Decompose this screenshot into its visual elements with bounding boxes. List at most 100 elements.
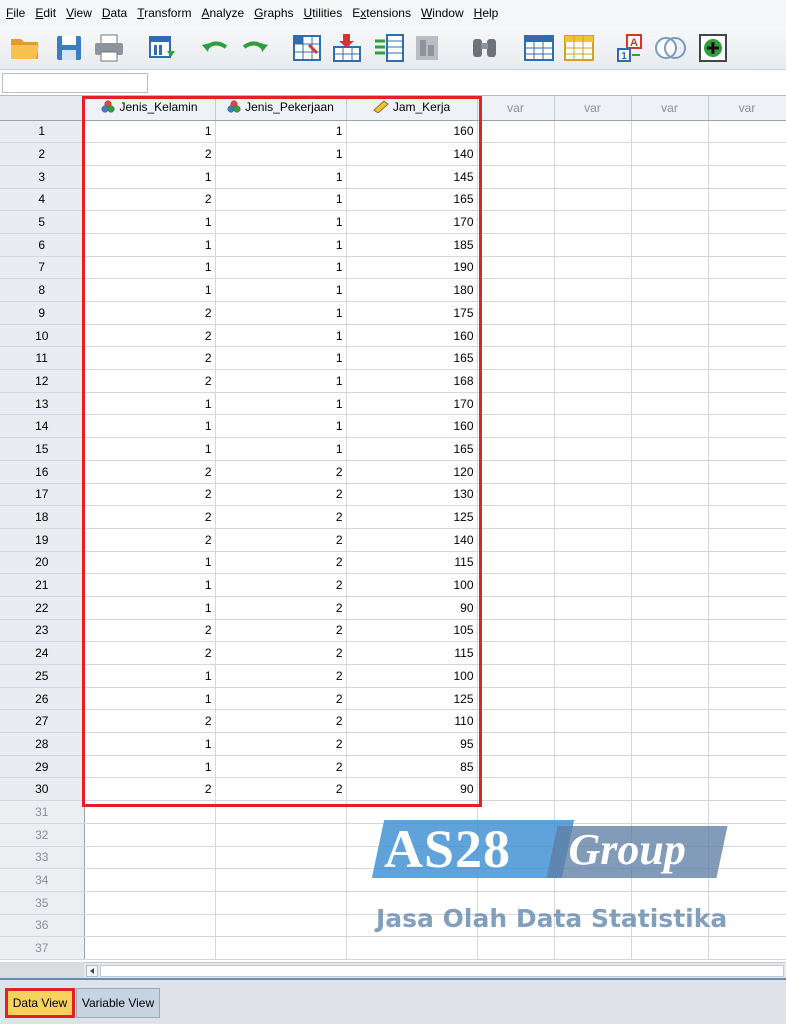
data-cell[interactable]: 1 <box>84 392 216 416</box>
row-number[interactable]: 31 <box>0 800 85 824</box>
column-header[interactable]: var <box>708 96 786 121</box>
data-cell[interactable] <box>631 414 709 439</box>
data-cell[interactable] <box>84 868 216 892</box>
data-cell[interactable] <box>554 936 632 960</box>
data-cell[interactable] <box>708 165 786 189</box>
data-cell[interactable] <box>554 324 632 348</box>
data-cell[interactable] <box>477 188 555 212</box>
data-cell[interactable] <box>346 846 478 870</box>
data-cell[interactable] <box>215 846 347 870</box>
data-cell[interactable]: 140 <box>346 528 478 552</box>
data-cell[interactable]: 1 <box>84 165 216 189</box>
data-cell[interactable] <box>477 142 555 166</box>
data-cell[interactable] <box>477 460 555 484</box>
data-cell[interactable] <box>708 483 786 507</box>
row-number[interactable]: 11 <box>0 346 85 371</box>
data-cell[interactable]: 100 <box>346 664 478 688</box>
data-cell[interactable] <box>477 755 555 779</box>
data-cell[interactable] <box>477 369 555 393</box>
menu-item[interactable]: Window <box>419 0 472 26</box>
print-icon[interactable] <box>92 31 126 65</box>
data-cell[interactable] <box>554 346 632 371</box>
data-cell[interactable]: 2 <box>215 528 347 552</box>
data-cell[interactable]: 110 <box>346 709 478 734</box>
data-cell[interactable] <box>477 120 555 144</box>
grid-corner[interactable] <box>0 96 85 121</box>
menu-item[interactable]: Utilities <box>302 0 351 26</box>
data-cell[interactable] <box>708 528 786 552</box>
data-cell[interactable]: 170 <box>346 392 478 416</box>
data-cell[interactable] <box>554 914 632 938</box>
data-cell[interactable] <box>631 664 709 688</box>
data-cell[interactable] <box>708 505 786 529</box>
data-cell[interactable]: 1 <box>215 120 347 144</box>
data-cell[interactable]: 95 <box>346 732 478 756</box>
data-cell[interactable] <box>631 165 709 189</box>
data-cell[interactable] <box>631 233 709 257</box>
data-cell[interactable]: 1 <box>84 551 216 575</box>
data-cell[interactable] <box>631 846 709 870</box>
data-cell[interactable]: 85 <box>346 755 478 779</box>
data-cell[interactable]: 1 <box>215 346 347 371</box>
data-cell[interactable] <box>708 755 786 779</box>
data-cell[interactable]: 2 <box>215 619 347 643</box>
data-cell[interactable] <box>215 891 347 915</box>
data-cell[interactable] <box>215 914 347 938</box>
data-cell[interactable] <box>554 233 632 257</box>
menu-item[interactable]: Extensions <box>350 0 419 26</box>
data-cell[interactable] <box>708 596 786 620</box>
run-descriptives-icon[interactable] <box>412 31 446 65</box>
data-cell[interactable] <box>631 868 709 892</box>
data-cell[interactable] <box>346 823 478 847</box>
open-folder-icon[interactable] <box>8 31 42 65</box>
data-cell[interactable] <box>631 346 709 371</box>
data-cell[interactable]: 190 <box>346 256 478 280</box>
data-cell[interactable]: 2 <box>84 346 216 371</box>
row-number[interactable]: 18 <box>0 505 85 529</box>
data-cell[interactable]: 1 <box>84 596 216 620</box>
data-cell[interactable] <box>477 483 555 507</box>
tab-data-view[interactable]: Data View <box>5 988 75 1018</box>
data-cell[interactable] <box>554 278 632 302</box>
column-header[interactable]: var <box>631 96 709 121</box>
data-cell[interactable] <box>708 301 786 325</box>
data-cell[interactable]: 1 <box>215 369 347 393</box>
data-cell[interactable] <box>631 891 709 915</box>
data-cell[interactable] <box>477 210 555 234</box>
data-cell[interactable]: 2 <box>215 573 347 597</box>
data-cell[interactable] <box>631 596 709 620</box>
data-cell[interactable]: 2 <box>215 460 347 484</box>
data-cell[interactable] <box>631 800 709 824</box>
data-cell[interactable] <box>708 233 786 257</box>
data-cell[interactable] <box>708 709 786 734</box>
horizontal-scrollbar[interactable] <box>84 962 786 978</box>
data-cell[interactable] <box>554 460 632 484</box>
data-cell[interactable]: 1 <box>215 256 347 280</box>
row-number[interactable]: 36 <box>0 914 85 938</box>
data-cell[interactable] <box>554 414 632 439</box>
data-cell[interactable] <box>554 188 632 212</box>
row-number[interactable]: 15 <box>0 437 85 461</box>
data-cell[interactable]: 125 <box>346 505 478 529</box>
tab-variable-view[interactable]: Variable View <box>76 988 160 1018</box>
data-cell[interactable] <box>477 641 555 665</box>
data-cell[interactable]: 125 <box>346 687 478 711</box>
data-cell[interactable] <box>631 460 709 484</box>
data-cell[interactable] <box>631 505 709 529</box>
data-cell[interactable]: 2 <box>215 777 347 802</box>
data-cell[interactable]: 2 <box>215 483 347 507</box>
data-cell[interactable] <box>477 573 555 597</box>
data-cell[interactable] <box>477 233 555 257</box>
data-cell[interactable]: 2 <box>84 483 216 507</box>
data-cell[interactable] <box>631 755 709 779</box>
data-cell[interactable] <box>708 800 786 824</box>
row-number[interactable]: 4 <box>0 188 85 212</box>
data-cell[interactable] <box>554 687 632 711</box>
row-number[interactable]: 28 <box>0 732 85 756</box>
variables-icon[interactable] <box>372 31 406 65</box>
data-cell[interactable] <box>554 846 632 870</box>
data-cell[interactable]: 1 <box>84 210 216 234</box>
data-cell[interactable]: 2 <box>215 505 347 529</box>
data-cell[interactable] <box>215 823 347 847</box>
data-cell[interactable] <box>631 777 709 802</box>
